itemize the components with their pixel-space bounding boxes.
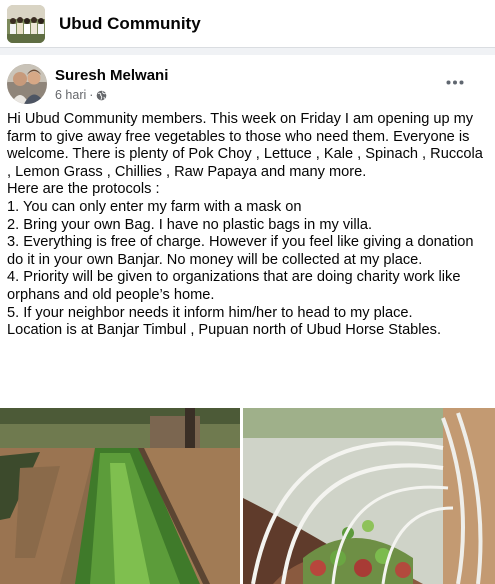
- post-header: Suresh Melwani 6 hari ·: [7, 64, 488, 106]
- post-line: 2. Bring your own Bag. I have no plastic…: [7, 216, 373, 233]
- post-line: Hi Ubud Community members. This week on …: [7, 111, 483, 180]
- globe-icon: [97, 90, 107, 100]
- post-line: Here are the protocols :: [7, 181, 160, 198]
- greenhouse-hoops-photo[interactable]: [243, 408, 495, 584]
- photo-grid: [0, 408, 495, 584]
- post-message: Hi Ubud Community members. This week on …: [7, 111, 489, 340]
- author-avatar[interactable]: [7, 64, 47, 104]
- group-header: Ubud Community: [0, 0, 495, 48]
- post-line: 4. Priority will be given to organizatio…: [7, 269, 461, 303]
- post-line: 3. Everything is free of charge. However…: [7, 234, 474, 268]
- post-line: Location is at Banjar Timbul , Pupuan no…: [7, 322, 442, 339]
- vegetable-beds-photo[interactable]: [0, 408, 240, 584]
- post-meta: 6 hari ·: [55, 88, 107, 102]
- more-options-icon: [446, 80, 464, 84]
- meta-separator: ·: [89, 88, 94, 102]
- group-name[interactable]: Ubud Community: [59, 14, 201, 34]
- post-card: Suresh Melwani 6 hari · Hi Ubud Communit…: [0, 55, 495, 584]
- author-name[interactable]: Suresh Melwani: [55, 67, 168, 84]
- more-options-button[interactable]: [442, 72, 468, 92]
- post-line: 5. If your neighbor needs it inform him/…: [7, 304, 413, 321]
- post-time[interactable]: 6 hari: [55, 88, 86, 102]
- group-photo-icon[interactable]: [7, 4, 45, 43]
- post-line: 1. You can only enter my farm with a mas…: [7, 198, 302, 215]
